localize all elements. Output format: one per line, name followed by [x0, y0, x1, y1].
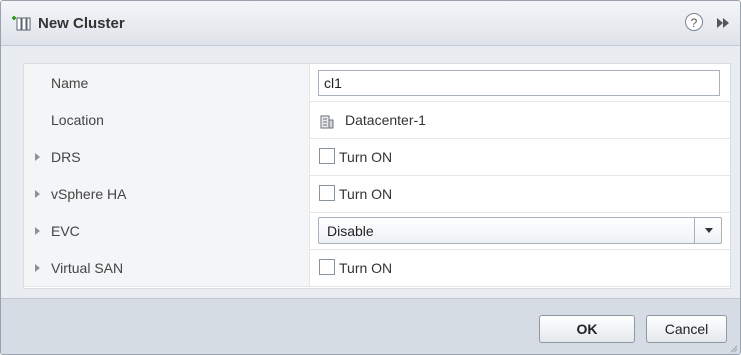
name-row: Name [24, 64, 730, 102]
datacenter-icon [320, 115, 334, 129]
expand-caret-icon[interactable] [35, 190, 40, 198]
evc-row[interactable]: EVC Disable [24, 212, 730, 250]
cluster-name-input[interactable] [318, 70, 720, 96]
evc-dropdown-button[interactable] [694, 218, 721, 243]
evc-mode-select[interactable]: Disable [318, 217, 722, 244]
vsphere-ha-label: vSphere HA [51, 186, 127, 202]
cluster-settings-panel: Name Location Datacenter-1 [23, 63, 731, 289]
drs-label: DRS [51, 149, 81, 165]
resize-grip-icon[interactable] [730, 345, 738, 353]
location-row: Location Datacenter-1 [24, 101, 730, 139]
vsphere-ha-turn-on-label[interactable]: Turn ON [339, 186, 392, 202]
vsphere-ha-row[interactable]: vSphere HA Turn ON [24, 175, 730, 213]
virtual-san-row[interactable]: Virtual SAN Turn ON [24, 249, 730, 287]
virtual-san-turn-on-label[interactable]: Turn ON [339, 260, 392, 276]
virtual-san-turn-on-checkbox[interactable] [319, 259, 335, 275]
chevron-down-icon [705, 228, 713, 233]
expand-caret-icon[interactable] [35, 264, 40, 272]
location-value: Datacenter-1 [345, 112, 426, 128]
new-cluster-icon [12, 16, 31, 31]
location-label: Location [51, 112, 104, 128]
vsphere-ha-turn-on-checkbox[interactable] [319, 185, 335, 201]
expand-caret-icon[interactable] [35, 153, 40, 161]
dialog-title: New Cluster [38, 15, 125, 32]
name-label: Name [51, 75, 89, 91]
evc-label: EVC [51, 223, 80, 239]
drs-turn-on-label[interactable]: Turn ON [339, 149, 392, 165]
drs-turn-on-checkbox[interactable] [319, 148, 335, 164]
new-cluster-dialog: New Cluster ? Name Location [0, 0, 741, 355]
dialog-title-bar: New Cluster ? [1, 1, 740, 46]
cancel-button[interactable]: Cancel [646, 315, 727, 343]
expand-caret-icon[interactable] [35, 227, 40, 235]
ok-button[interactable]: OK [539, 315, 635, 343]
help-icon[interactable]: ? [685, 13, 703, 31]
virtual-san-label: Virtual SAN [51, 260, 124, 276]
expand-icon[interactable] [715, 16, 731, 30]
dialog-footer: OK Cancel [1, 298, 740, 354]
drs-row[interactable]: DRS Turn ON [24, 138, 730, 176]
evc-selected-value: Disable [327, 223, 374, 239]
